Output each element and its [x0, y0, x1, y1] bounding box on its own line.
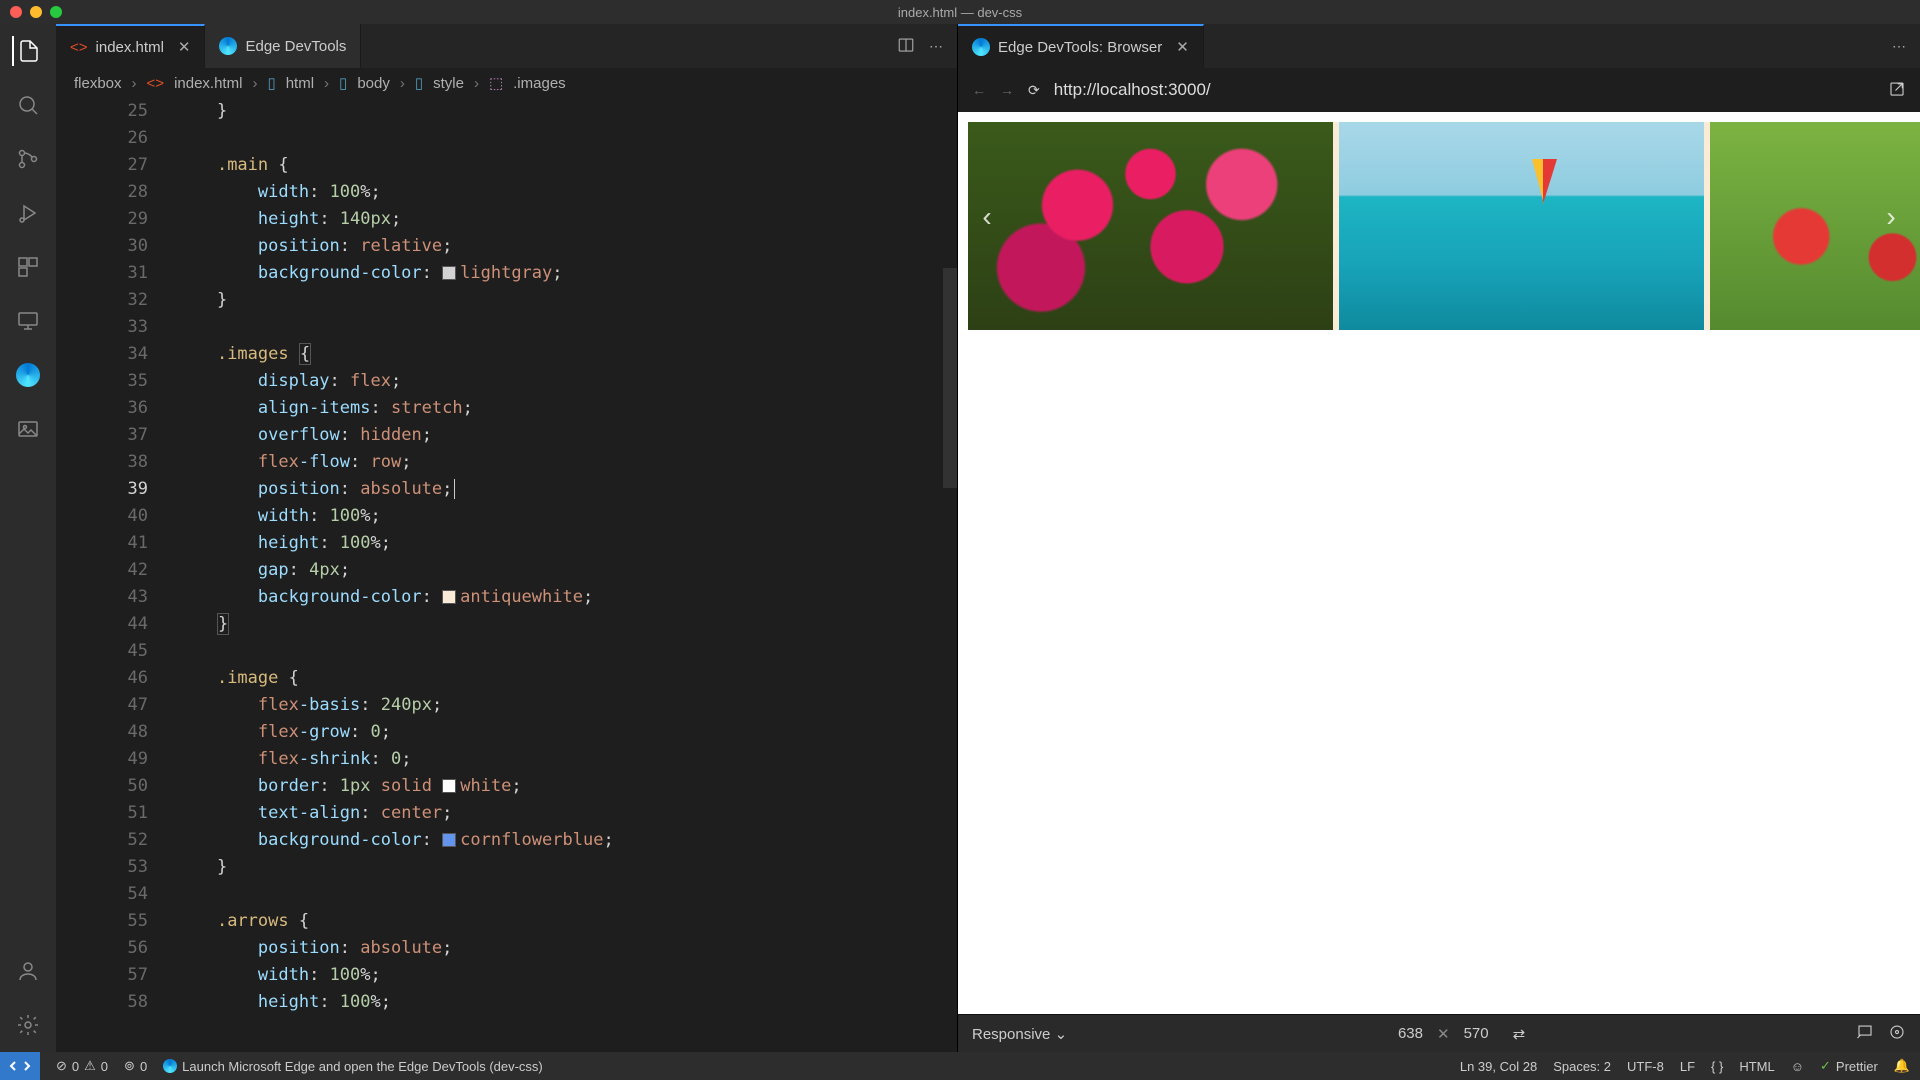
account-icon[interactable]	[13, 956, 43, 986]
image-tulips	[968, 122, 1333, 330]
activity-bar	[0, 24, 56, 1052]
rotate-icon[interactable]: ⇄	[1513, 1025, 1526, 1043]
eol[interactable]: LF	[1680, 1059, 1695, 1074]
devtools-browser-pane: Edge DevTools: Browser ✕ ⋯ ← → ⟳ http://…	[958, 24, 1920, 1052]
source-control-icon[interactable]	[13, 144, 43, 174]
window-title: index.html — dev-css	[898, 5, 1022, 20]
tab-devtools-browser[interactable]: Edge DevTools: Browser ✕	[958, 24, 1204, 68]
device-mode-dropdown[interactable]: Responsive ⌄	[972, 1025, 1067, 1043]
breadcrumb-item[interactable]: body	[357, 75, 390, 92]
code-editor[interactable]: 2526272829303132333435363738394041424344…	[56, 98, 957, 1052]
edge-icon[interactable]	[13, 360, 43, 390]
tag-icon: ▯	[267, 74, 275, 92]
url-bar[interactable]: http://localhost:3000/	[1054, 80, 1211, 100]
window-close-button[interactable]	[10, 6, 22, 18]
tab-label: index.html	[96, 39, 164, 56]
editor-tabs: <> index.html ✕ Edge DevTools ⋯	[56, 24, 957, 68]
tag-icon: ▯	[339, 74, 347, 92]
carousel-prev-arrow[interactable]: ‹	[972, 197, 1002, 237]
close-icon[interactable]: ✕	[178, 38, 191, 56]
tab-edge-devtools[interactable]: Edge DevTools	[205, 24, 361, 68]
split-editor-icon[interactable]	[897, 36, 915, 57]
page-carousel	[968, 122, 1920, 330]
breadcrumb[interactable]: flexbox› <> index.html› ▯ html› ▯ body› …	[56, 68, 957, 98]
edge-icon	[163, 1059, 177, 1073]
tab-label: Edge DevTools: Browser	[998, 39, 1162, 56]
window-titlebar: index.html — dev-css	[0, 0, 1920, 24]
browser-tabs: Edge DevTools: Browser ✕ ⋯	[958, 24, 1920, 68]
forward-icon[interactable]: →	[1000, 82, 1014, 98]
cursor-position[interactable]: Ln 39, Col 28	[1460, 1059, 1537, 1074]
reload-icon[interactable]: ⟳	[1028, 82, 1040, 99]
debug-icon[interactable]	[13, 198, 43, 228]
browser-viewport[interactable]: ‹ ›	[958, 112, 1920, 1014]
viewport-width[interactable]: 638	[1398, 1025, 1423, 1042]
breadcrumb-item[interactable]: style	[433, 75, 464, 92]
dimension-x-icon: ✕	[1437, 1025, 1450, 1043]
status-bar: ⊘0 ⚠0 ⊚0 Launch Microsoft Edge and open …	[0, 1052, 1920, 1080]
browser-toolbar: ← → ⟳ http://localhost:3000/	[958, 68, 1920, 112]
chevron-down-icon: ⌄	[1055, 1026, 1068, 1043]
window-zoom-button[interactable]	[50, 6, 62, 18]
carousel-next-arrow[interactable]: ›	[1876, 197, 1906, 237]
image-sailboat	[1339, 122, 1704, 330]
css-icon: ⬚	[489, 74, 503, 92]
image-icon[interactable]	[13, 414, 43, 444]
explorer-icon[interactable]	[12, 36, 42, 66]
launch-hint[interactable]: Launch Microsoft Edge and open the Edge …	[163, 1059, 543, 1074]
indentation[interactable]: Spaces: 2	[1553, 1059, 1611, 1074]
more-actions-icon[interactable]: ⋯	[929, 38, 943, 55]
feedback-icon[interactable]: ☺	[1791, 1059, 1804, 1074]
warning-icon: ⚠	[84, 1058, 96, 1074]
screencast-icon[interactable]	[1856, 1023, 1874, 1045]
settings-gear-icon[interactable]	[13, 1010, 43, 1040]
code-content[interactable]: } .main { width: 100%; height: 140px; po…	[176, 98, 957, 1052]
radio-tower-icon: ⊚	[124, 1058, 135, 1074]
breadcrumb-item[interactable]: html	[286, 75, 314, 92]
remote-explorer-icon[interactable]	[13, 306, 43, 336]
html5-icon: <>	[147, 75, 165, 92]
breadcrumb-item[interactable]: flexbox	[74, 75, 122, 92]
remote-indicator[interactable]	[0, 1052, 40, 1080]
line-number-gutter: 2526272829303132333435363738394041424344…	[56, 98, 176, 1052]
breadcrumb-item[interactable]: .images	[513, 75, 566, 92]
tab-label: Edge DevTools	[245, 38, 346, 55]
error-icon: ⊘	[56, 1058, 67, 1074]
minimap-scrollbar[interactable]	[943, 268, 957, 488]
more-actions-icon[interactable]: ⋯	[1892, 38, 1906, 55]
close-icon[interactable]: ✕	[1176, 38, 1189, 56]
edge-icon	[219, 37, 237, 55]
notifications-bell-icon[interactable]: 🔔	[1894, 1058, 1910, 1074]
language-mode[interactable]: HTML	[1739, 1059, 1774, 1074]
back-icon[interactable]: ←	[972, 82, 986, 98]
edge-icon	[972, 38, 990, 56]
open-external-icon[interactable]	[1888, 80, 1906, 101]
tab-index-html[interactable]: <> index.html ✕	[56, 24, 205, 68]
tag-icon: ▯	[415, 74, 423, 92]
editor-group: <> index.html ✕ Edge DevTools ⋯ flexbox›…	[56, 24, 958, 1052]
device-toolbar: Responsive ⌄ 638 ✕ 570 ⇄	[958, 1014, 1920, 1052]
window-minimize-button[interactable]	[30, 6, 42, 18]
inspect-target-icon[interactable]	[1888, 1023, 1906, 1045]
viewport-height[interactable]: 570	[1464, 1025, 1489, 1042]
check-icon: ✓	[1820, 1058, 1831, 1074]
encoding[interactable]: UTF-8	[1627, 1059, 1664, 1074]
formatter[interactable]: ✓ Prettier	[1820, 1058, 1878, 1074]
ports-indicator[interactable]: ⊚0	[124, 1058, 147, 1074]
language-braces-icon: { }	[1711, 1059, 1723, 1074]
breadcrumb-item[interactable]: index.html	[174, 75, 242, 92]
html5-icon: <>	[70, 39, 88, 56]
problems-indicator[interactable]: ⊘0 ⚠0	[56, 1058, 108, 1074]
search-icon[interactable]	[13, 90, 43, 120]
extensions-icon[interactable]	[13, 252, 43, 282]
